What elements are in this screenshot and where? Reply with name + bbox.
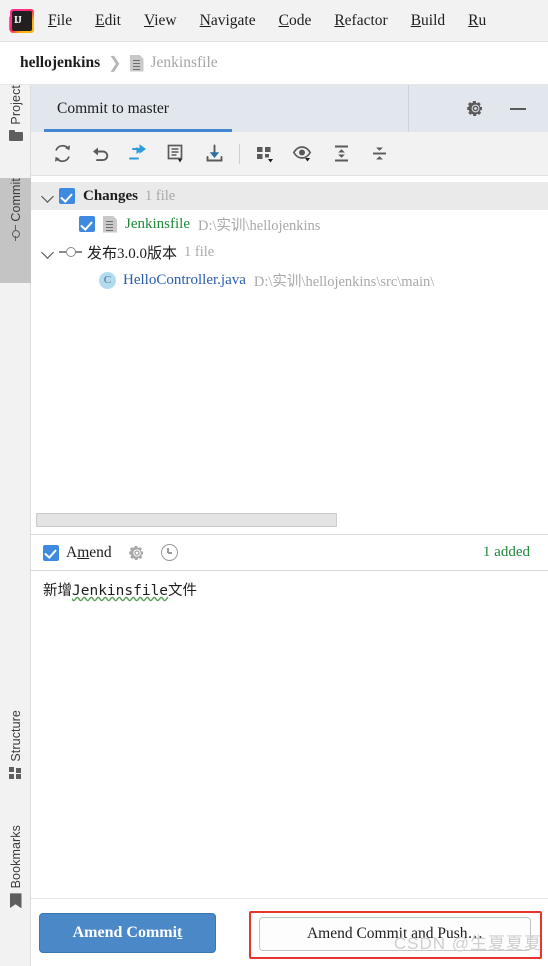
amend-label[interactable]: Amend <box>66 544 112 562</box>
menu-item-run[interactable]: Ru <box>468 8 486 34</box>
folder-icon <box>8 129 23 141</box>
changelist-label: 发布3.0.0版本 <box>87 245 178 262</box>
menu-bar: IJ File Edit View Navigate Code Refactor… <box>0 0 548 42</box>
sidebar-item-bookmarks-label: Bookmarks <box>8 825 23 889</box>
move-to-another-changelist-icon[interactable] <box>119 138 157 170</box>
rollback-icon[interactable] <box>81 138 119 170</box>
tab-commit-to-master-label: Commit to master <box>57 99 169 117</box>
sidebar-item-project-label: Project <box>8 85 23 125</box>
show-diff-icon[interactable] <box>157 138 195 170</box>
commit-tool-window: Commit to master Changes 1 file Jenkinsf… <box>31 85 548 966</box>
intellij-idea-window: IJ File Edit View Navigate Code Refactor… <box>0 0 548 966</box>
file-path: D:\实训\hellojenkins <box>198 217 321 234</box>
update-project-icon[interactable] <box>195 138 233 170</box>
amend-commit-and-push-button[interactable]: Amend Commit and Push… <box>259 917 531 951</box>
group-by-icon[interactable] <box>246 138 284 170</box>
refresh-icon[interactable] <box>43 138 81 170</box>
commit-toolbar <box>31 132 548 176</box>
menu-item-code[interactable]: Code <box>279 8 312 34</box>
tab-commit-to-master[interactable]: Commit to master <box>31 85 409 132</box>
sidebar-item-project[interactable]: Project <box>0 85 31 177</box>
table-row[interactable]: Changes 1 file <box>31 182 548 210</box>
table-row[interactable]: 发布3.0.0版本 1 file <box>31 238 548 266</box>
tool-window-actions <box>409 85 548 132</box>
gear-icon[interactable] <box>467 100 484 117</box>
collapse-all-icon[interactable] <box>360 138 398 170</box>
table-row[interactable]: Jenkinsfile D:\实训\hellojenkins <box>31 210 548 238</box>
breadcrumb: hellojenkins ❯ Jenkinsfile <box>0 42 548 85</box>
chevron-down-icon[interactable] <box>39 187 57 205</box>
changelist-node-icon <box>59 244 81 260</box>
chevron-down-icon[interactable] <box>39 243 57 261</box>
menu-item-file[interactable]: File <box>48 8 72 34</box>
sidebar-item-commit-label: Commit <box>8 178 23 222</box>
commit-icon <box>9 224 23 241</box>
breadcrumb-file[interactable]: Jenkinsfile <box>151 54 218 72</box>
commit-tab-header: Commit to master <box>31 85 548 132</box>
gear-icon[interactable] <box>128 545 145 561</box>
changelist-checkbox[interactable] <box>59 188 75 204</box>
commit-message-spellcheck-word: Jenkinsfile <box>72 583 169 599</box>
amend-row: Amend 1 added <box>31 534 548 570</box>
status-badge: 1 added <box>482 544 530 560</box>
commit-message-text[interactable]: 新增Jenkinsfile文件 <box>43 581 536 601</box>
file-name: Jenkinsfile <box>125 215 190 232</box>
amend-checkbox[interactable] <box>43 544 59 561</box>
structure-icon <box>9 766 22 779</box>
expand-all-icon[interactable] <box>322 138 360 170</box>
table-row[interactable]: C HelloController.java D:\实训\hellojenkin… <box>31 266 548 294</box>
sidebar-item-commit[interactable]: Commit <box>0 178 31 283</box>
toolbar-separator <box>239 143 240 164</box>
file-name: HelloController.java <box>123 271 246 288</box>
menu-item-refactor[interactable]: Refactor <box>334 8 387 34</box>
commit-message-prefix: 新增 <box>43 583 72 599</box>
scrollbar-thumb[interactable] <box>36 513 337 527</box>
menu-item-navigate[interactable]: Navigate <box>200 8 256 34</box>
text-file-icon <box>103 215 117 233</box>
changelist-file-count: 1 file <box>184 243 215 260</box>
amend-commit-button[interactable]: Amend Commi t <box>39 912 216 953</box>
menu-item-build[interactable]: Build <box>411 8 445 34</box>
text-file-icon <box>129 54 144 72</box>
breadcrumb-separator-icon: ❯ <box>108 55 122 72</box>
file-checkbox[interactable] <box>79 216 95 232</box>
bookmark-icon <box>9 893 22 909</box>
breadcrumb-project[interactable]: hellojenkins <box>20 54 100 72</box>
commit-message-editor[interactable]: 新增Jenkinsfile文件 <box>31 570 548 855</box>
file-path: D:\实训\hellojenkins\src\main\ <box>253 273 435 290</box>
changelist-label: Changes <box>83 187 139 204</box>
java-class-icon: C <box>99 271 116 289</box>
commit-message-suffix: 文件 <box>168 583 198 599</box>
sidebar-item-structure-label: Structure <box>8 710 23 762</box>
menu-item-edit[interactable]: Edit <box>95 8 121 34</box>
preview-diff-icon[interactable] <box>284 138 322 170</box>
commit-button-bar: Amend Commi t Amend Commit and Push… CSDN… <box>31 898 548 966</box>
changes-tree-hscroll[interactable] <box>31 506 548 534</box>
sidebar-item-structure[interactable]: Structure <box>0 710 31 820</box>
intellij-idea-logo-icon: IJ <box>9 8 34 33</box>
changelist-file-count: 1 file <box>145 187 176 204</box>
changes-tree[interactable]: Changes 1 file Jenkinsfile D:\实训\helloje… <box>31 176 548 506</box>
menu-item-view[interactable]: View <box>144 8 177 34</box>
tool-window-stripe-left: Project Commit Structure Bookmarks <box>0 85 31 966</box>
minimize-icon[interactable] <box>510 107 526 110</box>
clock-history-icon[interactable] <box>160 544 178 561</box>
sidebar-item-bookmarks[interactable]: Bookmarks <box>0 825 31 950</box>
